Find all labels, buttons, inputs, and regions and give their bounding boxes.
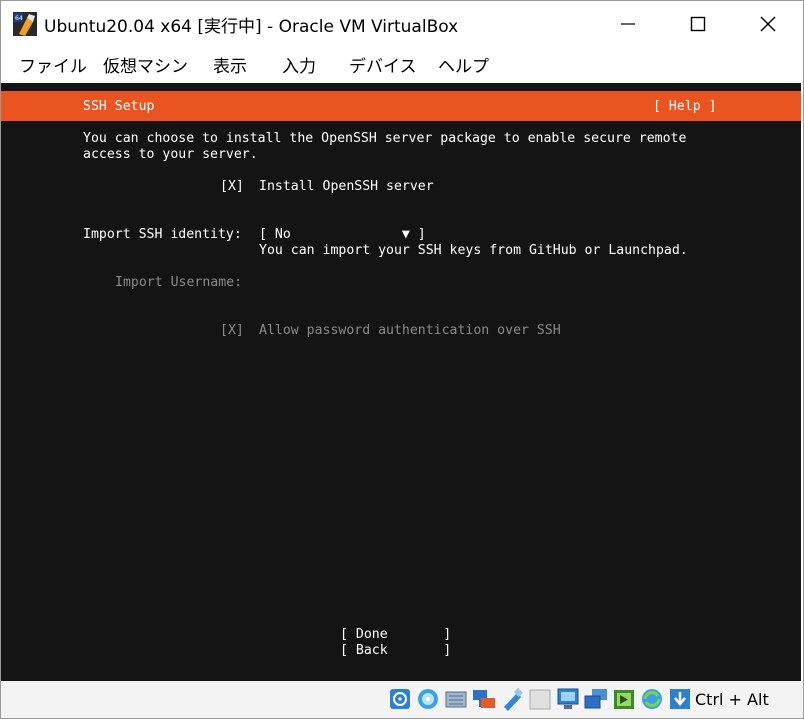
status-bar: Ctrl + Alt: [1, 681, 803, 718]
hard-disk-icon[interactable]: [387, 687, 413, 711]
virtualbox-app-icon: 64: [13, 12, 37, 36]
minimize-icon: [621, 23, 635, 25]
network-icon[interactable]: [471, 687, 497, 711]
keyboard-capture-arrow-icon[interactable]: [667, 687, 693, 711]
right-edge: [801, 81, 803, 681]
recording-icon[interactable]: [611, 687, 637, 711]
help-button[interactable]: [ Help ]: [653, 99, 717, 115]
close-icon: [760, 16, 776, 32]
header-title: SSH Setup: [83, 99, 155, 114]
optical-drive-icon[interactable]: [415, 687, 441, 711]
install-openssh-label: Install OpenSSH server: [259, 179, 434, 194]
maximize-button[interactable]: [663, 1, 733, 47]
import-identity-label: Import SSH identity:: [83, 227, 242, 242]
intro-line-2: access to your server.: [83, 147, 258, 162]
shared-folder-icon[interactable]: [527, 687, 553, 711]
guest-additions-icon[interactable]: [639, 687, 665, 711]
import-username-label: Import Username:: [115, 275, 243, 290]
menu-devices[interactable]: デバイス: [349, 52, 417, 77]
menu-bar: ファイル 仮想マシン 表示 入力 デバイス ヘルプ: [1, 47, 803, 83]
menu-machine[interactable]: 仮想マシン: [103, 52, 188, 77]
usb-icon[interactable]: [499, 687, 525, 711]
host-key-label: Ctrl + Alt: [695, 690, 769, 709]
menu-view[interactable]: 表示: [213, 52, 247, 77]
maximize-icon: [690, 16, 706, 32]
back-button[interactable]: [ Back ]: [340, 643, 451, 659]
title-bar[interactable]: 64 Ubuntu20.04 x64 [実行中] - Oracle VM Vir…: [1, 1, 803, 47]
display-icon[interactable]: [555, 687, 581, 711]
svg-text:64: 64: [15, 15, 23, 22]
import-identity-hint: You can import your SSH keys from GitHub…: [259, 243, 688, 258]
menu-file[interactable]: ファイル: [19, 52, 87, 77]
minimize-button[interactable]: [593, 1, 663, 47]
password-auth-label: Allow password authentication over SSH: [259, 323, 561, 338]
menu-help[interactable]: ヘルプ: [438, 52, 489, 77]
menu-input[interactable]: 入力: [282, 52, 316, 77]
intro-line-1: You can choose to install the OpenSSH se…: [83, 131, 687, 146]
password-auth-checkbox[interactable]: [X]: [220, 323, 244, 339]
window-title: Ubuntu20.04 x64 [実行中] - Oracle VM Virtua…: [44, 17, 459, 37]
virtualbox-window: 64 Ubuntu20.04 x64 [実行中] - Oracle VM Vir…: [0, 0, 804, 719]
vm-display[interactable]: SSH Setup [ Help ] You can choose to ins…: [1, 83, 803, 681]
close-button[interactable]: [733, 1, 803, 47]
import-identity-select[interactable]: [ No ▼ ]: [259, 227, 426, 243]
audio-icon[interactable]: [443, 687, 469, 711]
done-button[interactable]: [ Done ]: [340, 627, 451, 643]
install-openssh-checkbox[interactable]: [X]: [220, 179, 244, 195]
video-capture-icon[interactable]: [583, 687, 609, 711]
